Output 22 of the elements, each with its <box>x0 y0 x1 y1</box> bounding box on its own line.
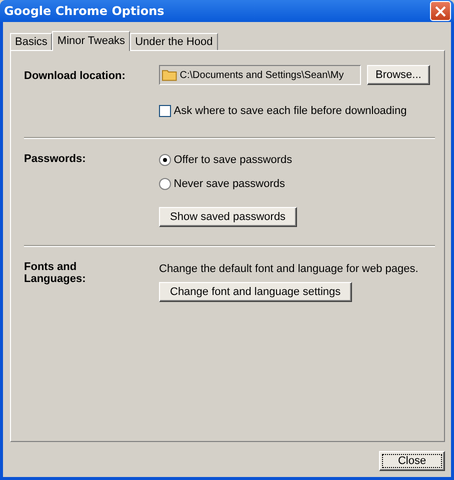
radio-label[interactable]: Never save passwords <box>174 176 286 192</box>
radio-button[interactable] <box>159 178 171 190</box>
tab[interactable]: Basics <box>10 33 52 50</box>
section-label: Download location: <box>24 70 126 84</box>
window-title: Google Chrome Options <box>4 3 164 20</box>
section-label: Fonts and Languages: <box>24 261 87 287</box>
close-icon <box>435 6 446 16</box>
tab[interactable]: Minor Tweaks <box>52 31 130 51</box>
path-field[interactable]: C:\Documents and Settings\Sean\My <box>159 65 361 85</box>
font-settings-button[interactable]: Change font and language settings <box>159 282 352 302</box>
section-label: Passwords: <box>24 153 87 167</box>
radio-button[interactable] <box>159 154 171 166</box>
browse-button[interactable]: Browse... <box>366 65 430 85</box>
radio-label[interactable]: Offer to save passwords <box>174 152 292 168</box>
description-text: Change the default font and language for web pages. <box>159 262 418 277</box>
tab[interactable]: Under the Hood <box>130 33 218 50</box>
close-dialog-button[interactable]: Close <box>379 451 445 471</box>
checkbox-label[interactable]: Ask where to save each file before downloading <box>174 103 407 120</box>
close-button[interactable] <box>430 1 451 21</box>
show-passwords-button[interactable]: Show saved passwords <box>159 207 297 227</box>
checkbox[interactable] <box>159 105 171 118</box>
folder-icon <box>162 69 177 81</box>
